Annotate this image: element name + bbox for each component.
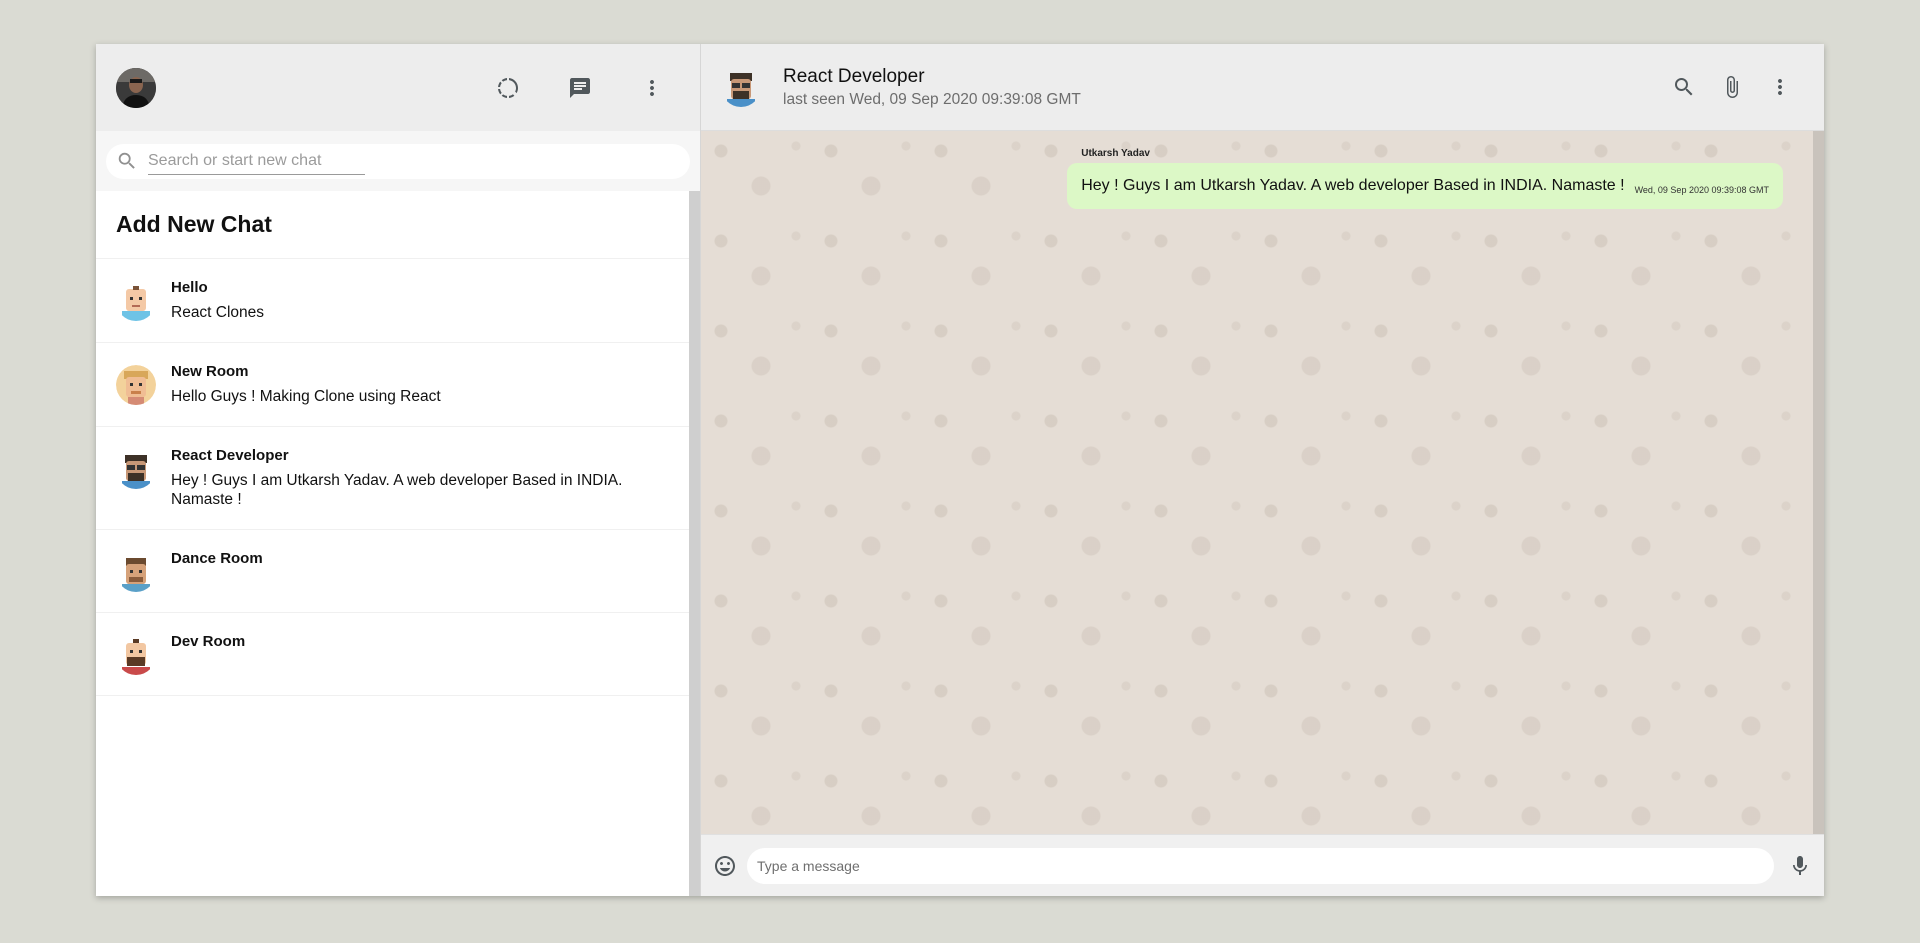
- chat-body-container: Utkarsh Yadav Hey ! Guys I am Utkarsh Ya…: [701, 131, 1824, 834]
- message-sender: Utkarsh Yadav: [1081, 148, 1150, 159]
- mic-icon: [1793, 855, 1807, 875]
- chat-avatar: [116, 635, 156, 675]
- chat-name: Dance Room: [171, 550, 263, 567]
- attach-icon: [1727, 76, 1738, 98]
- chat-item-dev-room[interactable]: Dev Room: [96, 613, 689, 696]
- mic-button[interactable]: [1788, 854, 1812, 878]
- sidebar-header-actions: [484, 64, 676, 112]
- add-new-chat-label: Add New Chat: [116, 211, 272, 237]
- search-container: [106, 143, 690, 179]
- sidebar-header: [96, 44, 700, 131]
- attach-button[interactable]: [1708, 63, 1756, 111]
- chat-name: New Room: [171, 363, 249, 380]
- chat-list: Add New Chat Hello React Clones New Room…: [96, 191, 700, 896]
- chat-name: Hello: [171, 279, 208, 296]
- chat-scrollbar[interactable]: [1813, 131, 1824, 834]
- chat-item-hello[interactable]: Hello React Clones: [96, 259, 689, 343]
- chat-avatar: [116, 552, 156, 592]
- message-timestamp: Wed, 09 Sep 2020 09:39:08 GMT: [1634, 185, 1769, 195]
- search-icon: [1675, 78, 1693, 96]
- chat-footer: [701, 834, 1824, 896]
- more-vert-icon: [1778, 79, 1782, 95]
- search-input[interactable]: [148, 147, 365, 175]
- chat-last-message: Hello Guys ! Making Clone using React: [171, 388, 441, 405]
- search-messages-button[interactable]: [1660, 63, 1708, 111]
- status-icon: [498, 77, 518, 98]
- status-button[interactable]: [484, 64, 532, 112]
- sidebar: Add New Chat: [96, 44, 701, 896]
- chat-name: React Developer: [171, 447, 289, 464]
- chat-header-last-seen: last seen Wed, 09 Sep 2020 09:39:08 GMT: [783, 90, 1081, 108]
- sidebar-menu-button[interactable]: [628, 64, 676, 112]
- emoji-icon: [715, 855, 735, 876]
- chat-item-dance-room[interactable]: Dance Room: [96, 530, 689, 613]
- chat-header-actions: [1660, 63, 1804, 111]
- sidebar-scrollbar[interactable]: [689, 191, 700, 896]
- chat-last-message: React Clones: [171, 304, 265, 321]
- message-text: Hey ! Guys I am Utkarsh Yadav. A web dev…: [1081, 177, 1625, 194]
- chat-avatar: [116, 449, 156, 489]
- add-new-chat-button[interactable]: Add New Chat: [96, 191, 689, 259]
- chat-header-avatar[interactable]: [721, 67, 761, 107]
- chat-name: Dev Room: [171, 633, 246, 650]
- chat-panel: React Developer last seen Wed, 09 Sep 20…: [701, 44, 1824, 896]
- chat-icon: [570, 77, 590, 98]
- chat-header: React Developer last seen Wed, 09 Sep 20…: [701, 44, 1824, 131]
- chat-item-react-developer[interactable]: React Developer Hey ! Guys I am Utkarsh …: [96, 427, 689, 530]
- search-bar: [96, 131, 700, 191]
- chat-avatar: [116, 365, 156, 405]
- more-vert-icon: [650, 79, 654, 96]
- chat-menu-button[interactable]: [1756, 63, 1804, 111]
- chat-body: Utkarsh Yadav Hey ! Guys I am Utkarsh Ya…: [701, 131, 1813, 834]
- chat-avatar: [116, 281, 156, 321]
- chat-header-info: React Developer last seen Wed, 09 Sep 20…: [783, 66, 1660, 109]
- emoji-button[interactable]: [713, 854, 737, 878]
- search-icon: [118, 152, 135, 169]
- chat-item-new-room[interactable]: New Room Hello Guys ! Making Clone using…: [96, 343, 689, 427]
- chat-last-message: Hey ! Guys I am Utkarsh Yadav. A web dev…: [171, 472, 623, 508]
- user-avatar[interactable]: [116, 67, 156, 108]
- chat-header-name: React Developer: [783, 65, 925, 87]
- chat-list-scroll: Add New Chat Hello React Clones New Room…: [96, 191, 689, 896]
- message-bubble-sent: Utkarsh Yadav Hey ! Guys I am Utkarsh Ya…: [1067, 148, 1783, 209]
- new-chat-button[interactable]: [556, 64, 604, 112]
- app-window: Add New Chat: [96, 44, 1824, 896]
- message-input[interactable]: [747, 847, 1774, 884]
